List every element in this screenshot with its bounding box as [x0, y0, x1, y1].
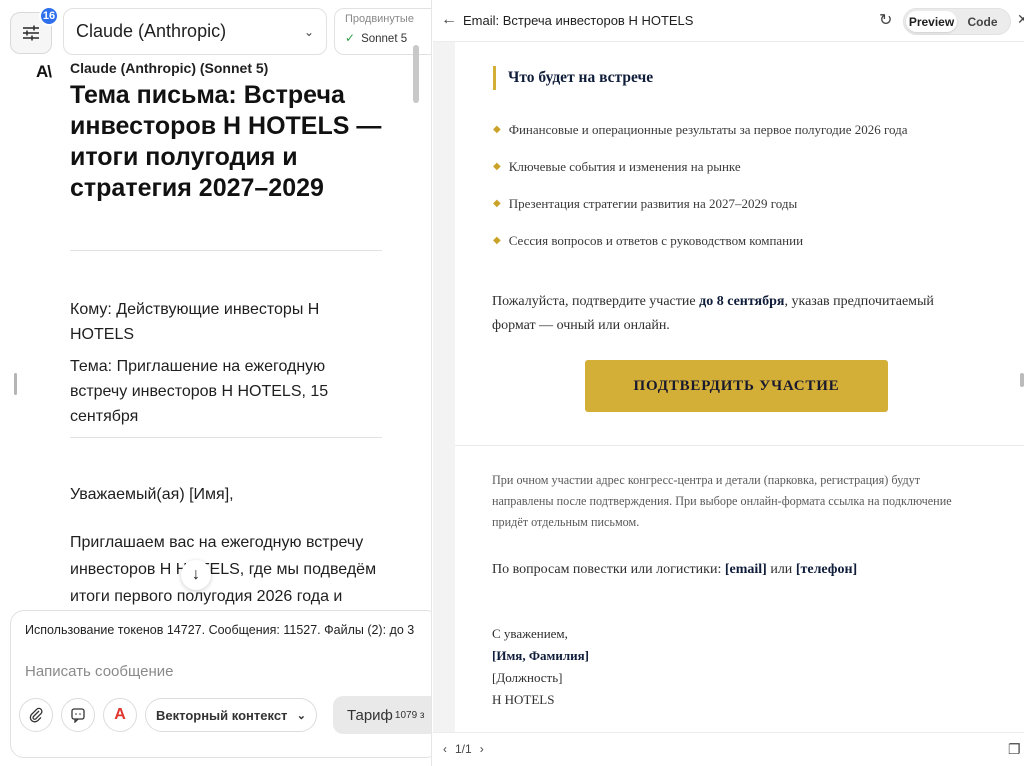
- view-toggle: Preview Code: [903, 8, 1011, 35]
- model-select-label: Claude (Anthropic): [76, 21, 227, 41]
- assistant-message: Claude (Anthropic) (Sonnet 5) Тема письм…: [70, 60, 382, 610]
- close-icon[interactable]: ✕: [1017, 11, 1024, 28]
- list-item: ◆ Ключевые события и изменения на рынке: [493, 159, 908, 196]
- greeting: Уважаемый(ая) [Имя],: [70, 486, 234, 503]
- artifact-title: Email: Встреча инвесторов H HOTELS: [463, 13, 694, 28]
- list-item-text: Финансовые и операционные результаты за …: [508, 122, 908, 137]
- agenda-list: ◆ Финансовые и операционные результаты за…: [493, 122, 908, 270]
- sign-name: [Имя, Фамилия]: [492, 648, 589, 663]
- advanced-value: Sonnet 5: [361, 33, 408, 45]
- pager: ‹ 1/1 ›: [443, 742, 484, 756]
- diamond-bullet-icon: ◆: [493, 198, 501, 209]
- plugin-button[interactable]: A: [103, 698, 137, 732]
- list-item-text: Ключевые события и изменения на рынке: [508, 159, 741, 174]
- divider: [455, 445, 1024, 446]
- confirm-paragraph: Пожалуйста, подтвердите участие до 8 сен…: [492, 290, 972, 338]
- attach-button[interactable]: [19, 698, 53, 732]
- chevron-down-icon: ⌄: [303, 24, 314, 39]
- chevron-left-icon[interactable]: ‹: [443, 742, 447, 756]
- advanced-title: Продвинутые: [345, 13, 414, 25]
- tab-code[interactable]: Code: [957, 11, 1008, 32]
- logistics-note: При очном участии адрес конгресс-центра …: [492, 473, 952, 529]
- a-logo-icon: A: [114, 706, 126, 723]
- vector-context-select[interactable]: Векторный контекст ⌄: [145, 698, 317, 732]
- divider: [70, 250, 382, 251]
- resize-handle[interactable]: [1020, 373, 1024, 387]
- refresh-icon[interactable]: ↻: [879, 10, 892, 30]
- scroll-to-bottom-button[interactable]: ↓: [181, 560, 211, 590]
- list-item-text: Презентация стратегии развития на 2027–2…: [508, 196, 798, 211]
- notification-badge: 16: [39, 6, 59, 26]
- contact-line: По вопросам повестки или логистики: [ema…: [492, 562, 857, 578]
- anthropic-logo-icon: A\: [36, 62, 52, 81]
- model-select[interactable]: Claude (Anthropic) ⌄: [63, 8, 327, 55]
- list-item: ◆ Презентация стратегии развития на 2027–…: [493, 196, 908, 233]
- contact-email: [email]: [724, 562, 767, 577]
- vector-context-label: Векторный контекст: [156, 707, 288, 723]
- confirm-button[interactable]: ПОДТВЕРДИТЬ УЧАСТИЕ: [585, 360, 888, 412]
- tariff-button[interactable]: Тариф 1079 з: [333, 696, 431, 734]
- chat-pane: 16 Claude (Anthropic) ⌄ Продвинутые ✓ Son…: [0, 0, 432, 766]
- confirm-text: Пожалуйста, подтвердите участие: [492, 294, 700, 309]
- contact-text: По вопросам повестки или логистики:: [492, 562, 725, 577]
- sign-company: H HOTELS: [492, 692, 555, 707]
- diamond-bullet-icon: ◆: [493, 124, 501, 135]
- check-icon: ✓: [345, 31, 356, 45]
- message-sender: Claude (Anthropic) (Sonnet 5): [70, 60, 269, 76]
- message-input[interactable]: Написать сообщение: [25, 663, 174, 680]
- list-item: ◆ Сессия вопросов и ответов с руководство…: [493, 233, 908, 270]
- artifact-footer: ‹ 1/1 › ❐: [433, 732, 1024, 766]
- tariff-count: 1079 з: [394, 709, 425, 721]
- artifact-header: ← Email: Встреча инвесторов H HOTELS ↻ P…: [433, 0, 1024, 42]
- token-usage: Использование токенов 14727. Сообщения: …: [25, 623, 415, 637]
- prompt-button[interactable]: [61, 698, 95, 732]
- diamond-bullet-icon: ◆: [493, 235, 501, 246]
- sliders-icon: [23, 25, 39, 41]
- resize-handle[interactable]: [14, 373, 17, 395]
- divider: [70, 437, 382, 438]
- chevron-down-icon: ⌄: [296, 709, 306, 722]
- signature: С уважением, [Имя, Фамилия] [Должность] …: [492, 623, 589, 711]
- arrow-down-icon: ↓: [192, 566, 200, 583]
- message-heading: Тема письма: Встреча инвесторов H HOTELS…: [70, 81, 382, 202]
- email-preview: Что будет на встрече ◆ Финансовые и опера…: [455, 42, 1024, 732]
- message-body: Приглашаем вас на ежегодную встречу инве…: [70, 534, 377, 605]
- contact-phone: [телефон]: [795, 562, 858, 577]
- subject-line: Тема: Приглашение на ежегодную встречу и…: [70, 358, 329, 425]
- page-indicator: 1/1: [455, 742, 472, 756]
- chat-scrollbar[interactable]: [413, 45, 419, 103]
- diamond-bullet-icon: ◆: [493, 161, 501, 172]
- tab-preview[interactable]: Preview: [906, 11, 957, 32]
- to-line: Кому: Действующие инвесторы H HOTELS: [70, 301, 320, 343]
- section-heading: Что будет на встрече: [493, 66, 653, 90]
- artifact-pane: ← Email: Встреча инвесторов H HOTELS ↻ P…: [433, 0, 1024, 766]
- paperclip-icon: [29, 707, 43, 723]
- sign-position: [Должность]: [492, 670, 563, 685]
- list-item: ◆ Финансовые и операционные результаты за…: [493, 122, 908, 159]
- message-icon: [71, 708, 85, 723]
- copy-icon[interactable]: ❐: [1008, 741, 1021, 758]
- sign-regards: С уважением,: [492, 626, 568, 641]
- tariff-label: Тариф: [347, 706, 393, 724]
- confirm-deadline: до 8 сентября: [699, 294, 785, 309]
- chevron-right-icon[interactable]: ›: [480, 742, 484, 756]
- back-arrow-icon[interactable]: ←: [441, 11, 457, 29]
- composer: Использование токенов 14727. Сообщения: …: [10, 610, 431, 758]
- contact-or: или: [766, 562, 796, 577]
- list-item-text: Сессия вопросов и ответов с руководством…: [508, 233, 804, 248]
